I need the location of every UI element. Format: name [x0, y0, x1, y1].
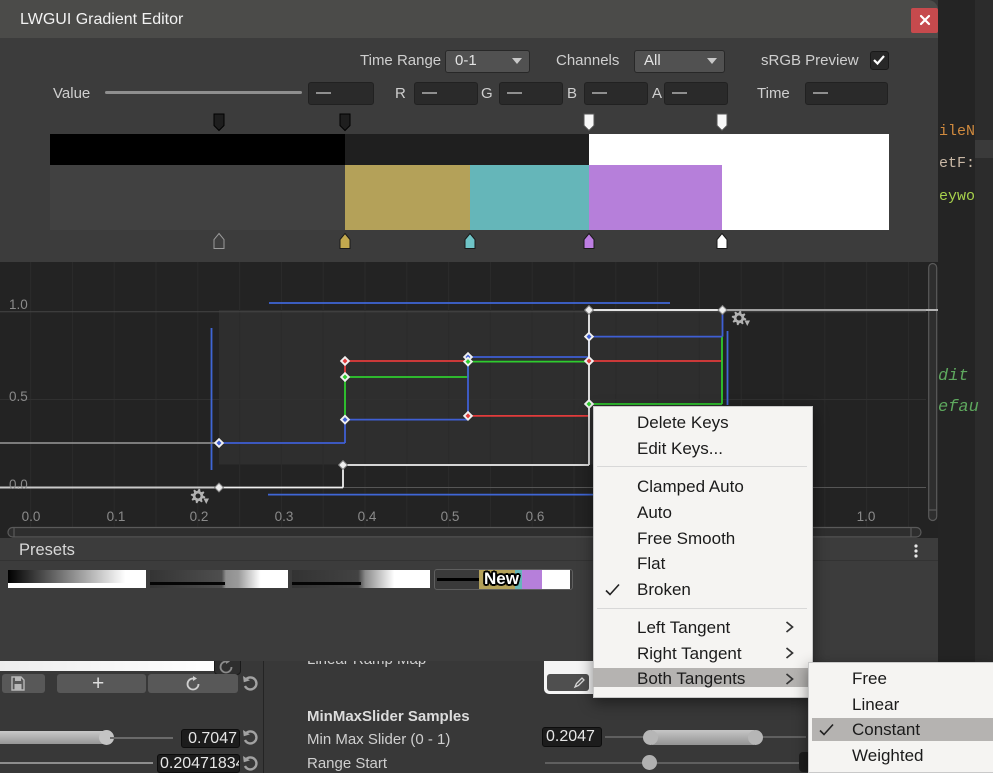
- svg-text:0.0: 0.0: [22, 509, 41, 524]
- svg-text:0.5: 0.5: [9, 389, 28, 404]
- svg-text:0.5: 0.5: [441, 509, 460, 524]
- svg-text:0.2: 0.2: [190, 509, 209, 524]
- svg-text:0.3: 0.3: [275, 509, 294, 524]
- svg-text:0.6: 0.6: [526, 509, 545, 524]
- svg-text:1.0: 1.0: [857, 509, 876, 524]
- svg-text:0.4: 0.4: [358, 509, 377, 524]
- svg-text:1.0: 1.0: [9, 297, 28, 312]
- svg-text:0.1: 0.1: [107, 509, 126, 524]
- svg-text:0.0: 0.0: [9, 477, 28, 492]
